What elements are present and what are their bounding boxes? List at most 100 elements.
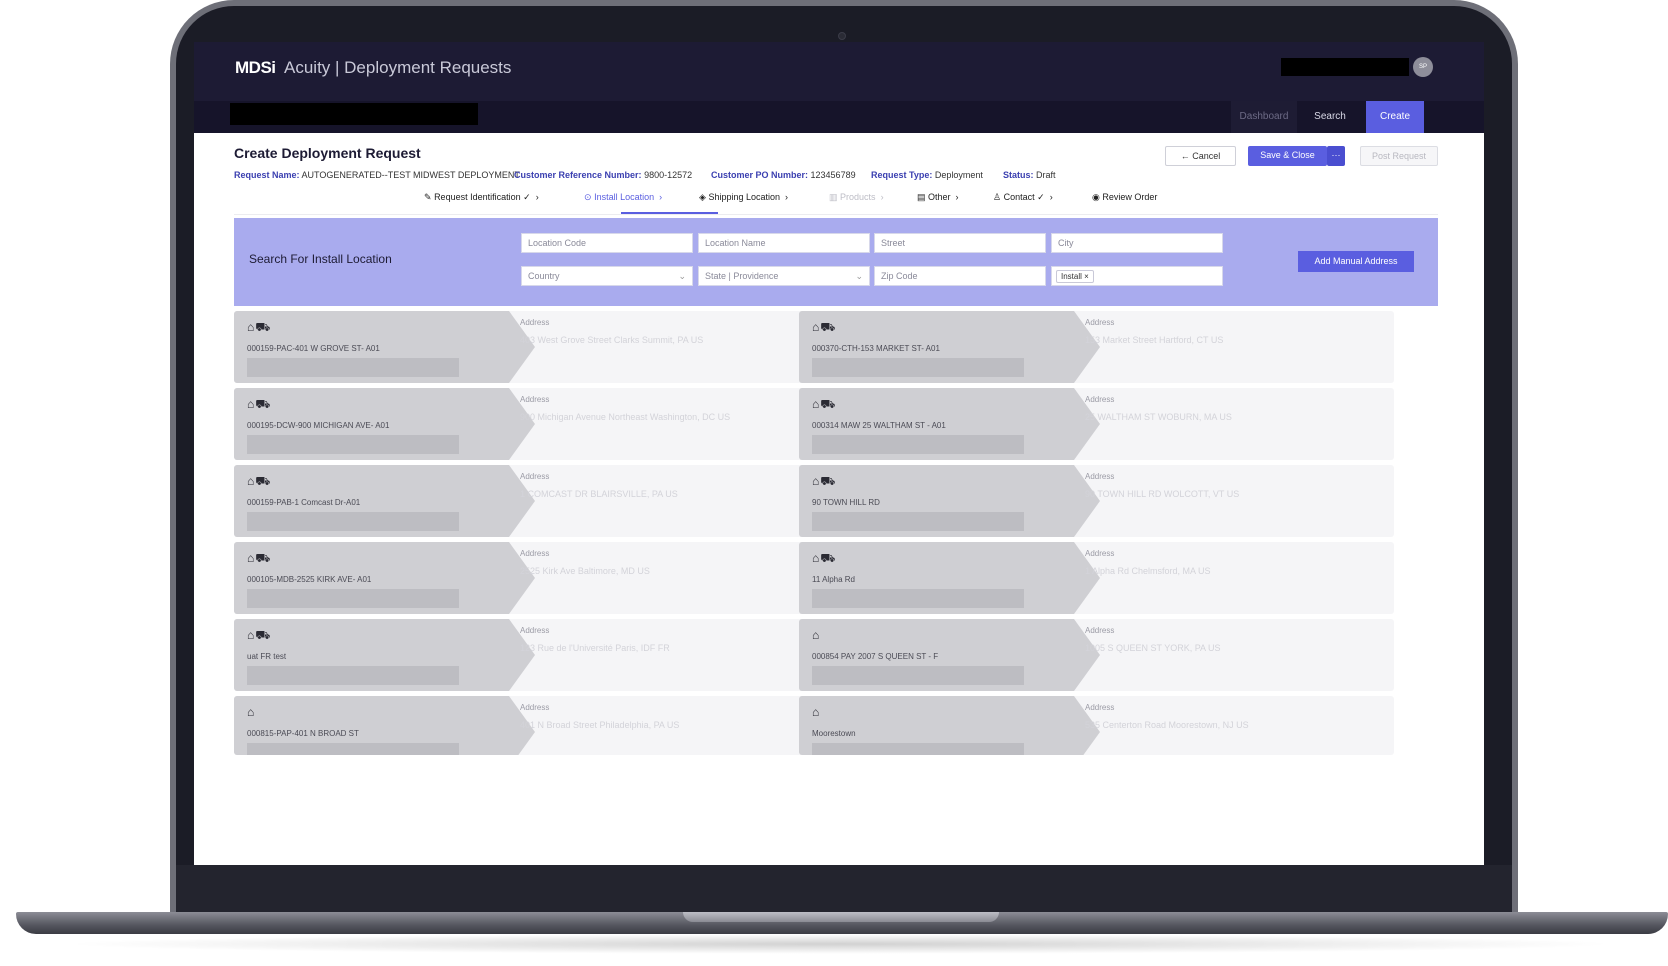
country-select-value: Country: [528, 271, 560, 281]
address-value: 153 Market Street Hartford, CT US: [1085, 335, 1224, 345]
location-card[interactable]: ⌂ ⛟ uat FR test Address 123 Rue de l'Univers…: [234, 619, 829, 691]
step-products: ▥ Products ›: [829, 192, 884, 202]
country-select[interactable]: Country ⌄: [521, 266, 693, 286]
active-step-indicator: [621, 212, 718, 214]
location-name-input[interactable]: Location Name: [698, 233, 870, 253]
location-card-header: ⌂⛟ 11 Alpha Rd: [799, 542, 1074, 614]
meta-label: Request Name:: [234, 170, 300, 180]
laptop-chin: [176, 865, 1512, 917]
post-request-button[interactable]: Post Request: [1360, 146, 1438, 166]
location-card[interactable]: ⌂ 000815-PAP-401 N BROAD ST Address 401 N B…: [234, 696, 829, 755]
step-request-identification[interactable]: ✎ Request Identification ✓ ›: [424, 192, 539, 203]
location-card[interactable]: ⌂⛟ 000105-MDB-2525 KIRK AVE- A01 Address 25…: [234, 542, 829, 614]
meta-customer-ref: Customer Reference Number: 9800-12572: [514, 170, 692, 180]
zip-input[interactable]: Zip Code: [874, 266, 1046, 286]
eye-icon: ◉: [1092, 192, 1100, 202]
state-select-value: State | Providence: [705, 271, 779, 281]
location-code: 11 Alpha Rd: [812, 575, 855, 584]
location-pin-icon: ⊙: [584, 192, 592, 202]
location-code: uat FR test: [247, 652, 287, 661]
meta-label: Request Type:: [871, 170, 933, 180]
location-card[interactable]: ⌂ 000854 PAY 2007 S QUEEN ST - F Address 10…: [799, 619, 1394, 691]
location-code: 000370-CTH-153 MARKET ST- A01: [812, 344, 940, 353]
truck-icon: ⛟: [820, 320, 837, 334]
filter-chip[interactable]: Install ×: [1056, 270, 1094, 283]
meta-value: Deployment: [934, 170, 983, 180]
address-label: Address: [520, 626, 550, 635]
step-install-location[interactable]: ⊙ Install Location ›: [584, 192, 662, 203]
step-shipping-location[interactable]: ◈ Shipping Location ›: [699, 192, 788, 203]
location-card-header: ⌂⛟ 90 TOWN HILL RD: [799, 465, 1074, 537]
location-code: Moorestown: [812, 729, 856, 738]
location-card[interactable]: ⌂ Moorestown Address 535 Centerton Road Moo…: [799, 696, 1394, 755]
location-type-icons: ⌂⛟: [247, 397, 271, 413]
tab-search[interactable]: Search: [1297, 101, 1363, 133]
location-card-header: ⌂⛟ 000370-CTH-153 MARKET ST- A01: [799, 311, 1074, 383]
warehouse-icon: ⌂: [812, 474, 821, 488]
meta-value: Draft: [1036, 170, 1056, 180]
location-redacted-bar: [247, 358, 459, 377]
location-card[interactable]: ⌂⛟ 000195-DCW-900 MICHIGAN AVE- A01 Addres…: [234, 388, 829, 460]
chevron-down-icon: ⌄: [855, 271, 863, 281]
tab-create[interactable]: Create: [1366, 101, 1424, 133]
address-value: 403 West Grove Street Clarks Summit, PA …: [520, 335, 704, 345]
location-code: 000815-PAP-401 N BROAD ST: [247, 729, 359, 738]
search-panel-title: Search For Install Location: [249, 252, 392, 266]
truck-icon: ⛟: [255, 628, 272, 642]
address-label: Address: [520, 472, 550, 481]
meta-value: 9800-12572: [644, 170, 693, 180]
step-contact[interactable]: ♙ Contact ✓ ›: [993, 192, 1053, 203]
nav-bar: Dashboard Search Create: [194, 101, 1484, 133]
tab-dashboard[interactable]: Dashboard: [1231, 101, 1297, 133]
warehouse-icon: ⌂: [812, 705, 821, 719]
more-options-button[interactable]: ···: [1327, 146, 1345, 166]
meta-label: Customer PO Number:: [711, 170, 809, 180]
address-value: 1 COMCAST DR BLAIRSVILLE, PA US: [520, 489, 678, 499]
meta-status: Status: Draft: [1003, 170, 1056, 180]
truck-icon: ⛟: [255, 474, 272, 488]
location-code-input[interactable]: Location Code: [521, 233, 693, 253]
location-redacted-bar: [247, 512, 459, 531]
truck-icon: ⛟: [255, 320, 272, 334]
check-icon: ✓: [1037, 192, 1045, 202]
step-label: Other: [928, 192, 951, 202]
location-card[interactable]: ⌂⛟ 000159-PAB-1 Comcast Dr-A01 Address 1 CO…: [234, 465, 829, 537]
close-icon[interactable]: ×: [1084, 272, 1089, 281]
step-other[interactable]: ▤ Other ›: [917, 192, 959, 203]
person-icon: ♙: [993, 192, 1002, 202]
location-card[interactable]: ⌂⛟ 000370-CTH-153 MARKET ST- A01 Address 15…: [799, 311, 1394, 383]
warehouse-icon: ⌂: [247, 551, 256, 565]
add-manual-address-button[interactable]: Add Manual Address: [1298, 251, 1414, 272]
warehouse-icon: ⌂: [812, 551, 821, 565]
warehouse-icon: ⌂: [812, 628, 821, 642]
meta-label: Customer Reference Number:: [514, 170, 642, 180]
location-card[interactable]: ⌂⛟ 000159-PAC-401 W GROVE ST- A01 Address 4…: [234, 311, 829, 383]
meta-request-name: Request Name: AUTOGENERATED--TEST MIDWES…: [234, 170, 520, 180]
city-input[interactable]: City: [1051, 233, 1223, 253]
address-label: Address: [1085, 549, 1115, 558]
state-select[interactable]: State | Providence ⌄: [698, 266, 870, 286]
location-type-icons: ⌂⛟: [247, 551, 271, 567]
save-close-button[interactable]: Save & Close: [1248, 146, 1327, 166]
location-card[interactable]: ⌂⛟ 11 Alpha Rd Address 1 Alpha Rd Chelmsfor…: [799, 542, 1394, 614]
street-input[interactable]: Street: [874, 233, 1046, 253]
location-card[interactable]: ⌂⛟ 000314 MAW 25 WALTHAM ST - A01 Address 2…: [799, 388, 1394, 460]
address-value: 123 Rue de l'Université Paris, IDF FR: [520, 643, 670, 653]
document-icon: ▤: [917, 192, 926, 202]
brand-logo[interactable]: MDSi: [235, 58, 276, 78]
app-title: Acuity | Deployment Requests: [284, 58, 512, 77]
location-card[interactable]: ⌂⛟ 90 TOWN HILL RD Address 90 TOWN HILL RD …: [799, 465, 1394, 537]
filter-chip-label: Install: [1061, 272, 1082, 281]
location-code: 000105-MDB-2525 KIRK AVE- A01: [247, 575, 372, 584]
meta-value: AUTOGENERATED--TEST MIDWEST DEPLOYMENT: [301, 170, 520, 180]
redacted-banner: [230, 103, 478, 125]
arrow-left-icon: ←: [1180, 151, 1190, 161]
cancel-button[interactable]: ← Cancel: [1165, 146, 1236, 166]
location-type-filter[interactable]: Install ×: [1051, 266, 1223, 286]
location-card-header: ⌂⛟ 000105-MDB-2525 KIRK AVE- A01: [234, 542, 509, 614]
location-redacted-bar: [812, 358, 1024, 377]
avatar[interactable]: SP: [1413, 57, 1433, 77]
cancel-label: Cancel: [1192, 151, 1221, 161]
step-review-order[interactable]: ◉ Review Order: [1092, 192, 1157, 203]
warehouse-icon: ⌂: [812, 320, 821, 334]
